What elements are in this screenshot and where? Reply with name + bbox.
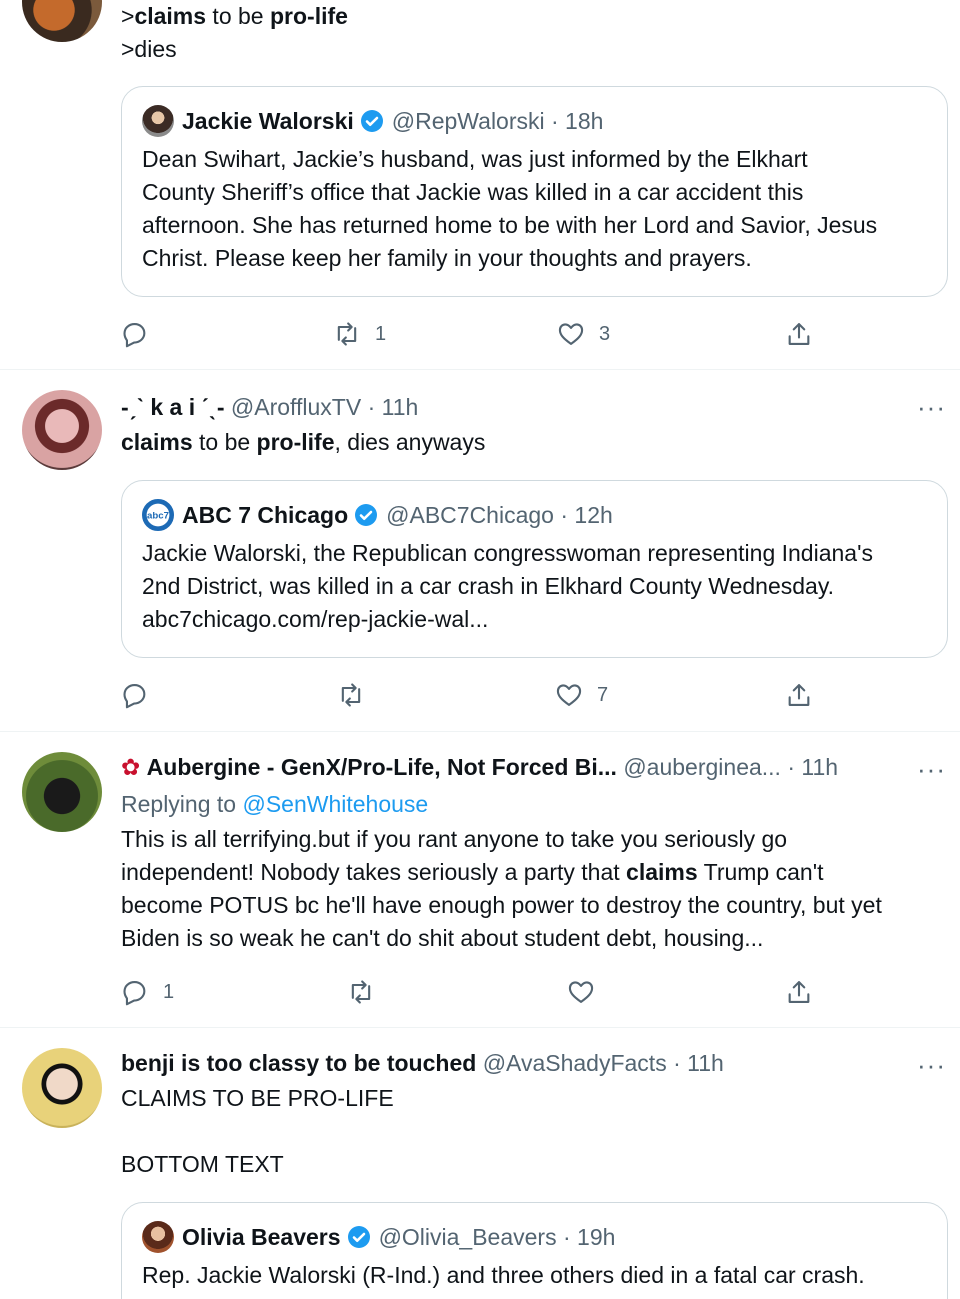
- tweet-text: This is all terrifying.but if you rant a…: [121, 826, 882, 951]
- avatar[interactable]: [22, 752, 102, 832]
- quote-author-handle[interactable]: @Olivia_Beavers · 19h: [379, 1224, 616, 1251]
- quote-header: Olivia Beavers @Olivia_Beavers · 19h: [142, 1219, 927, 1255]
- quote-header: abc7 ABC 7 Chicago @ABC7Chicago · 12h: [142, 497, 927, 533]
- like-button[interactable]: [567, 974, 609, 1010]
- avatar[interactable]: [22, 390, 102, 470]
- share-button[interactable]: [785, 677, 813, 713]
- tweet-text: claims to be pro-life, dies anyways: [121, 429, 486, 455]
- reply-count: 1: [163, 980, 175, 1003]
- like-count: 7: [597, 683, 609, 706]
- quote-author-name[interactable]: ABC 7 Chicago: [182, 502, 348, 529]
- author-name[interactable]: -ˏˋ k a i ˊˎ-: [121, 394, 225, 420]
- tweet-header: ✿ Aubergine - GenX/Pro-Life, Not Forced …: [121, 752, 888, 784]
- rose-icon: ✿: [121, 754, 141, 780]
- tweet-text: CLAIMS TO BE PRO-LIFE BOTTOM TEXT: [121, 1085, 394, 1177]
- share-icon: [788, 684, 810, 706]
- tweet-actions: 1: [121, 974, 821, 1010]
- tweet-actions: 1 3: [121, 316, 821, 352]
- reply-icon: [123, 981, 146, 1006]
- reply-button[interactable]: [121, 677, 163, 713]
- more-options-button[interactable]: ···: [917, 756, 946, 782]
- author-handle[interactable]: @AroffluxTV · 11h: [231, 394, 418, 420]
- quote-author-handle[interactable]: @RepWalorski · 18h: [392, 108, 604, 135]
- avatar[interactable]: [142, 1221, 174, 1253]
- tweet-header: benji is too classy to be touched @AvaSh…: [121, 1048, 948, 1080]
- quote-tweet[interactable]: Jackie Walorski @RepWalorski · 18h Dean …: [121, 86, 948, 297]
- avatar[interactable]: [22, 1048, 102, 1128]
- reply-button[interactable]: 1: [121, 974, 174, 1010]
- quote-tweet[interactable]: Olivia Beavers @Olivia_Beavers · 19h Rep…: [121, 1202, 948, 1299]
- retweet-button[interactable]: [337, 677, 379, 713]
- share-button[interactable]: [785, 974, 813, 1010]
- reply-button[interactable]: [121, 316, 163, 352]
- author-name[interactable]: Aubergine - GenX/Pro-Life, Not Forced Bi…: [147, 754, 617, 780]
- retweet-button[interactable]: [347, 974, 389, 1010]
- tweet-header: -ˏˋ k a i ˊˎ- @AroffluxTV · 11h: [121, 392, 948, 424]
- verified-badge-icon: [355, 504, 378, 526]
- like-count: 3: [599, 322, 611, 345]
- tweet-time[interactable]: · 11h: [787, 754, 838, 780]
- like-button[interactable]: 3: [557, 316, 610, 352]
- author-handle[interactable]: @AvaShadyFacts · 11h: [483, 1050, 724, 1076]
- avatar[interactable]: [142, 105, 174, 137]
- tweet-2[interactable]: ··· -ˏˋ k a i ˊˎ- @AroffluxTV · 11h clai…: [0, 370, 960, 732]
- avatar[interactable]: [22, 0, 102, 42]
- retweet-icon: [337, 322, 357, 346]
- quote-text: Jackie Walorski, the Republican congress…: [142, 540, 873, 632]
- reply-mention-link[interactable]: @SenWhitehouse: [242, 791, 428, 817]
- tweet-3[interactable]: ··· ✿ Aubergine - GenX/Pro-Life, Not For…: [0, 732, 960, 1028]
- share-icon: [788, 981, 810, 1003]
- tweet-1[interactable]: >claims to be pro-life >dies Jackie Walo…: [0, 0, 960, 370]
- heart-icon: [556, 684, 582, 706]
- author-name[interactable]: benji is too classy to be touched: [121, 1050, 476, 1076]
- quote-header: Jackie Walorski @RepWalorski · 18h: [142, 103, 927, 139]
- quote-author-handle[interactable]: @ABC7Chicago · 12h: [386, 502, 613, 529]
- share-button[interactable]: [785, 316, 813, 352]
- replying-to: Replying to @SenWhitehouse: [121, 791, 429, 817]
- tweet-actions: 7: [121, 677, 821, 713]
- share-icon: [788, 323, 810, 345]
- svg-text:abc7: abc7: [147, 511, 169, 522]
- abc7-logo-icon[interactable]: abc7: [142, 499, 174, 531]
- retweet-count: 1: [375, 322, 387, 345]
- quote-tweet[interactable]: abc7 ABC 7 Chicago @ABC7Chicago · 12h Ja…: [121, 480, 948, 658]
- retweet-button[interactable]: 1: [333, 316, 386, 352]
- heart-icon: [558, 323, 584, 345]
- verified-badge-icon: [360, 110, 383, 132]
- like-button[interactable]: 7: [555, 677, 608, 713]
- quote-text: Rep. Jackie Walorski (R-Ind.) and three …: [142, 1262, 865, 1288]
- retweet-icon: [351, 980, 371, 1004]
- quote-author-name[interactable]: Olivia Beavers: [182, 1224, 341, 1251]
- reply-icon: [123, 684, 146, 709]
- quote-text: Dean Swihart, Jackie’s husband, was just…: [142, 146, 878, 271]
- tweet-text: >claims to be pro-life >dies: [121, 3, 348, 62]
- quote-author-name[interactable]: Jackie Walorski: [182, 108, 354, 135]
- reply-icon: [123, 323, 146, 348]
- tweet-4[interactable]: ··· benji is too classy to be touched @A…: [0, 1028, 960, 1299]
- retweet-icon: [341, 683, 361, 707]
- verified-badge-icon: [347, 1226, 370, 1248]
- author-handle[interactable]: @auberginea...: [623, 754, 781, 780]
- heart-icon: [568, 981, 594, 1003]
